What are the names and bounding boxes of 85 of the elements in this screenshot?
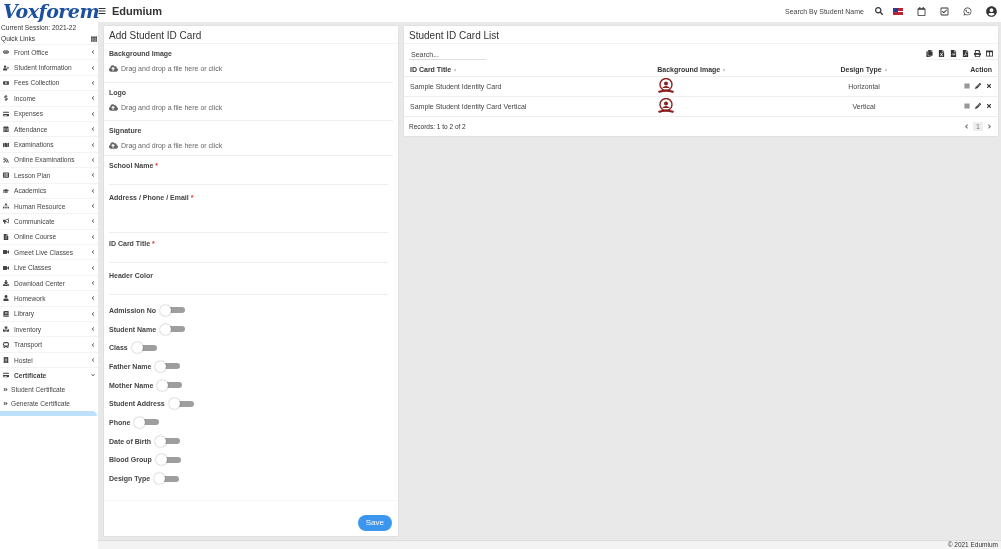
chevron-left-icon	[91, 157, 95, 162]
menu-item-icon	[3, 64, 9, 71]
chevron-left-icon	[91, 188, 95, 193]
menu-item-icon	[3, 156, 9, 163]
chevron-left-icon	[91, 342, 95, 347]
chevron-left-icon	[91, 358, 95, 362]
menu-item-icon	[3, 233, 9, 240]
cloud-upload-icon	[109, 64, 118, 73]
chevron-left-icon	[91, 65, 95, 70]
copy-icon[interactable]	[926, 50, 933, 57]
chevron-left-icon	[91, 219, 95, 224]
chevron-left-icon	[91, 127, 95, 132]
toggle-switch[interactable]	[154, 473, 180, 485]
flag-icon[interactable]	[893, 7, 903, 15]
print-icon[interactable]	[974, 50, 981, 57]
edit-icon[interactable]	[975, 103, 981, 109]
app-name: Edumium	[112, 5, 163, 17]
toggle-switch[interactable]	[157, 379, 183, 391]
toggle-switch[interactable]	[134, 416, 160, 428]
excel-icon[interactable]	[938, 50, 945, 57]
list-icon[interactable]	[964, 103, 970, 109]
logo: Voxforem	[2, 0, 98, 22]
menu-item-icon	[3, 295, 9, 302]
chevron-left-icon	[91, 296, 95, 301]
toggle-switch[interactable]	[160, 323, 186, 335]
chevron-left-icon	[91, 80, 95, 85]
delete-icon[interactable]	[986, 103, 992, 109]
badge-image	[657, 78, 676, 94]
menu-item-icon	[3, 203, 9, 210]
chevron-left-icon	[91, 250, 95, 255]
menu-item-icon	[3, 357, 9, 363]
grid-icon[interactable]	[91, 35, 97, 42]
cloud-upload-icon	[109, 141, 118, 150]
chevron-left-icon	[91, 327, 95, 332]
chevron-left-icon	[91, 265, 95, 270]
pdf-icon[interactable]	[962, 50, 969, 57]
columns-icon[interactable]	[986, 50, 993, 57]
menu-item-icon	[3, 249, 9, 256]
menu-icon[interactable]	[98, 7, 106, 15]
toggle-switch[interactable]	[131, 342, 157, 354]
toggle-switch[interactable]	[168, 398, 194, 410]
chevron-left-icon	[91, 204, 95, 209]
chevron-left-icon	[91, 311, 95, 316]
menu-item-icon	[3, 79, 9, 86]
chevron-left-icon	[91, 142, 95, 147]
menu-item-icon	[3, 218, 9, 225]
previous-icon[interactable]	[963, 123, 971, 130]
menu-item-icon	[3, 95, 9, 102]
toggle-switch[interactable]	[155, 454, 181, 466]
menu-item-icon	[3, 264, 9, 271]
menu-item-icon	[3, 326, 9, 333]
badge-image	[657, 98, 676, 114]
menu-item-icon	[3, 187, 9, 194]
menu-item-icon	[3, 372, 9, 379]
toggle-switch[interactable]	[160, 304, 186, 316]
chevron-left-icon	[91, 173, 95, 178]
cloud-upload-icon	[109, 102, 118, 112]
chevron-left-icon	[91, 96, 95, 101]
menu-item-icon	[3, 49, 9, 56]
toggle-switch[interactable]	[155, 435, 180, 447]
calendar-icon[interactable]	[917, 6, 926, 16]
chevron-left-icon	[91, 281, 95, 286]
menu-item-icon	[3, 126, 9, 133]
csv-icon[interactable]	[950, 50, 957, 57]
chevron-left-icon	[91, 234, 95, 239]
toggle-switch[interactable]	[155, 360, 181, 372]
menu-item-icon	[3, 341, 9, 348]
panel-title: Add Student ID Card	[104, 26, 398, 44]
menu-item-icon	[3, 110, 9, 117]
chat-icon[interactable]	[963, 6, 972, 16]
menu-item-icon	[3, 141, 9, 148]
edit-icon[interactable]	[975, 83, 981, 89]
menu-item-icon	[3, 280, 9, 287]
delete-icon[interactable]	[986, 83, 992, 89]
list-icon[interactable]	[964, 83, 970, 89]
search-icon[interactable]	[875, 7, 883, 15]
menu-item-icon	[3, 310, 9, 317]
avatar-icon[interactable]	[986, 5, 997, 17]
next-icon[interactable]	[986, 123, 993, 130]
menu-item-icon	[3, 172, 9, 179]
double-chevron-icon	[3, 387, 8, 393]
panel-title: Student ID Card List	[404, 26, 998, 44]
chevron-left-icon	[91, 50, 95, 55]
double-chevron-icon	[3, 401, 8, 407]
chevron-left-icon	[91, 111, 95, 116]
